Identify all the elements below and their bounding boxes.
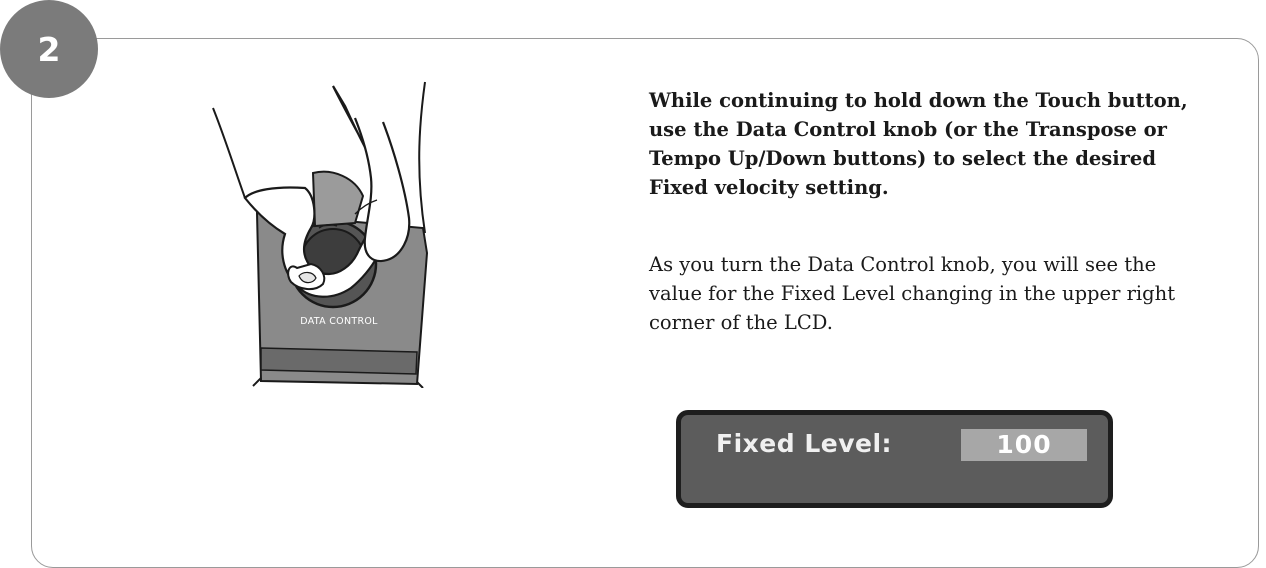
hand-turning-knob-icon: DATA CONTROL xyxy=(212,81,429,388)
forearm-right xyxy=(418,81,426,234)
description-text: As you turn the Data Control knob, you w… xyxy=(649,253,1176,334)
step-number: 2 xyxy=(37,29,61,69)
knob-label: DATA CONTROL xyxy=(300,316,378,327)
lcd-fixed-level-value: 100 xyxy=(961,429,1087,461)
step-number-badge: 2 xyxy=(0,0,98,98)
lcd-display: Fixed Level: 100 xyxy=(676,410,1113,508)
control-panel-band xyxy=(260,347,418,375)
forearm-left xyxy=(212,107,246,199)
instruction-text: While continuing to hold down the Touch … xyxy=(649,89,1188,199)
lcd-fixed-level-label: Fixed Level: xyxy=(716,429,893,458)
hand-back-shading xyxy=(311,170,365,228)
